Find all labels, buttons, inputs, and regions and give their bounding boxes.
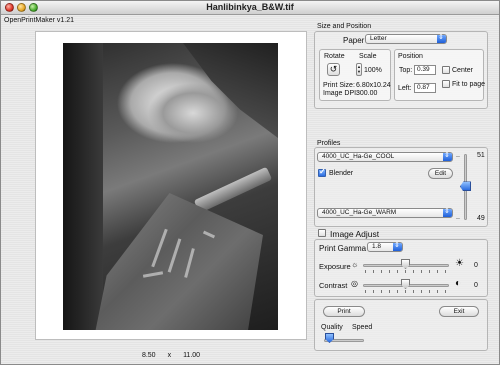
rotate-icon: ↺ xyxy=(329,64,338,74)
profile-bottom-select[interactable]: 4000_UC_Ha-Ge_WARM xyxy=(317,208,453,218)
contrast-label: Contrast xyxy=(319,281,348,290)
blend-tick-top: – xyxy=(456,153,460,160)
fit-to-page-label: Fit to page xyxy=(452,81,486,88)
title-bar[interactable]: Hanlibinkya_B&W.tif xyxy=(1,1,499,15)
contrast-high-icon: ◐ xyxy=(455,278,462,289)
exit-button[interactable]: Exit xyxy=(439,306,479,317)
app-version-label: OpenPrintMaker v1.21 xyxy=(4,17,75,24)
blender-checkbox[interactable] xyxy=(318,167,326,177)
print-size-value: 6.80x10.24 xyxy=(356,82,391,89)
photo-log xyxy=(193,166,273,214)
contrast-low-icon: ◎ xyxy=(351,279,358,288)
preview-photo xyxy=(63,43,278,330)
chevron-updown-icon xyxy=(443,208,452,217)
position-label: Position xyxy=(398,53,423,60)
exposure-ticks xyxy=(365,270,449,273)
paper-size-value: Letter xyxy=(370,35,387,42)
top-field[interactable]: 0.39 xyxy=(414,65,436,75)
scale-value: 100% xyxy=(364,67,382,74)
contrast-value: 0 xyxy=(474,282,478,289)
image-adjust-checkbox[interactable] xyxy=(318,229,326,237)
left-field[interactable]: 0.87 xyxy=(414,83,436,93)
chevron-updown-icon xyxy=(393,242,402,251)
blend-top-value: 51 xyxy=(477,152,485,159)
rotate-button[interactable]: ↺ xyxy=(327,63,340,76)
print-gamma-select[interactable]: 1.8 xyxy=(367,242,403,252)
photo-slab xyxy=(93,193,263,330)
page-width: 8.50 xyxy=(141,352,156,359)
chevron-updown-icon xyxy=(437,34,446,43)
exposure-low-icon: ☼ xyxy=(351,260,359,269)
scale-label: Scale xyxy=(359,53,377,60)
size-position-group-label: Size and Position xyxy=(317,23,372,30)
profiles-group-label: Profiles xyxy=(317,140,341,147)
app-window: Hanlibinkya_B&W.tif OpenPrintMaker v1.21… xyxy=(0,0,500,365)
center-checkbox[interactable] xyxy=(442,66,450,74)
exposure-label: Exposure xyxy=(319,262,351,271)
blend-tick-bottom: – xyxy=(456,215,460,222)
blender-label: Blender xyxy=(329,170,354,177)
scale-stepper[interactable]: ▲ ▼ xyxy=(356,63,362,76)
image-adjust-label: Image Adjust xyxy=(330,229,380,239)
photo-rock xyxy=(183,43,278,138)
photo-shadow xyxy=(63,43,103,330)
print-button[interactable]: Print xyxy=(323,306,365,317)
blend-bottom-value: 49 xyxy=(477,215,485,222)
profile-top-select[interactable]: 4000_UC_Ha-Ge_COOL xyxy=(317,152,453,162)
profile-top-value: 4000_UC_Ha-Ge_COOL xyxy=(322,153,395,160)
fit-to-page-checkbox[interactable] xyxy=(442,80,450,88)
speed-label: Speed xyxy=(352,324,373,331)
rotate-label: Rotate xyxy=(324,53,345,60)
center-label: Center xyxy=(452,67,474,74)
quality-label: Quality xyxy=(321,324,343,331)
contrast-ticks xyxy=(365,290,449,293)
window-title: Hanlibinkya_B&W.tif xyxy=(206,2,294,12)
page-height: 11.00 xyxy=(183,352,201,359)
chevron-updown-icon xyxy=(443,152,452,161)
print-gamma-label: Print Gamma xyxy=(319,244,367,253)
edit-button[interactable]: Edit xyxy=(428,168,453,179)
image-dpi-value: 300.00 xyxy=(356,90,378,97)
paper-size-select[interactable]: Letter xyxy=(365,34,447,44)
left-label: Left: xyxy=(398,85,412,92)
print-size-label: Print Size: xyxy=(323,82,355,89)
exposure-value: 0 xyxy=(474,262,478,269)
image-dpi-label: Image DPI: xyxy=(323,90,359,97)
print-preview-page xyxy=(35,31,307,340)
page-size-separator: x xyxy=(167,352,172,359)
exposure-high-icon: ☀ xyxy=(455,258,464,269)
preview-page-size: 8.50 x 11.00 xyxy=(1,352,341,359)
print-gamma-value: 1.8 xyxy=(372,243,382,250)
top-label: Top: xyxy=(399,67,413,74)
profile-bottom-value: 4000_UC_Ha-Ge_WARM xyxy=(322,209,397,216)
